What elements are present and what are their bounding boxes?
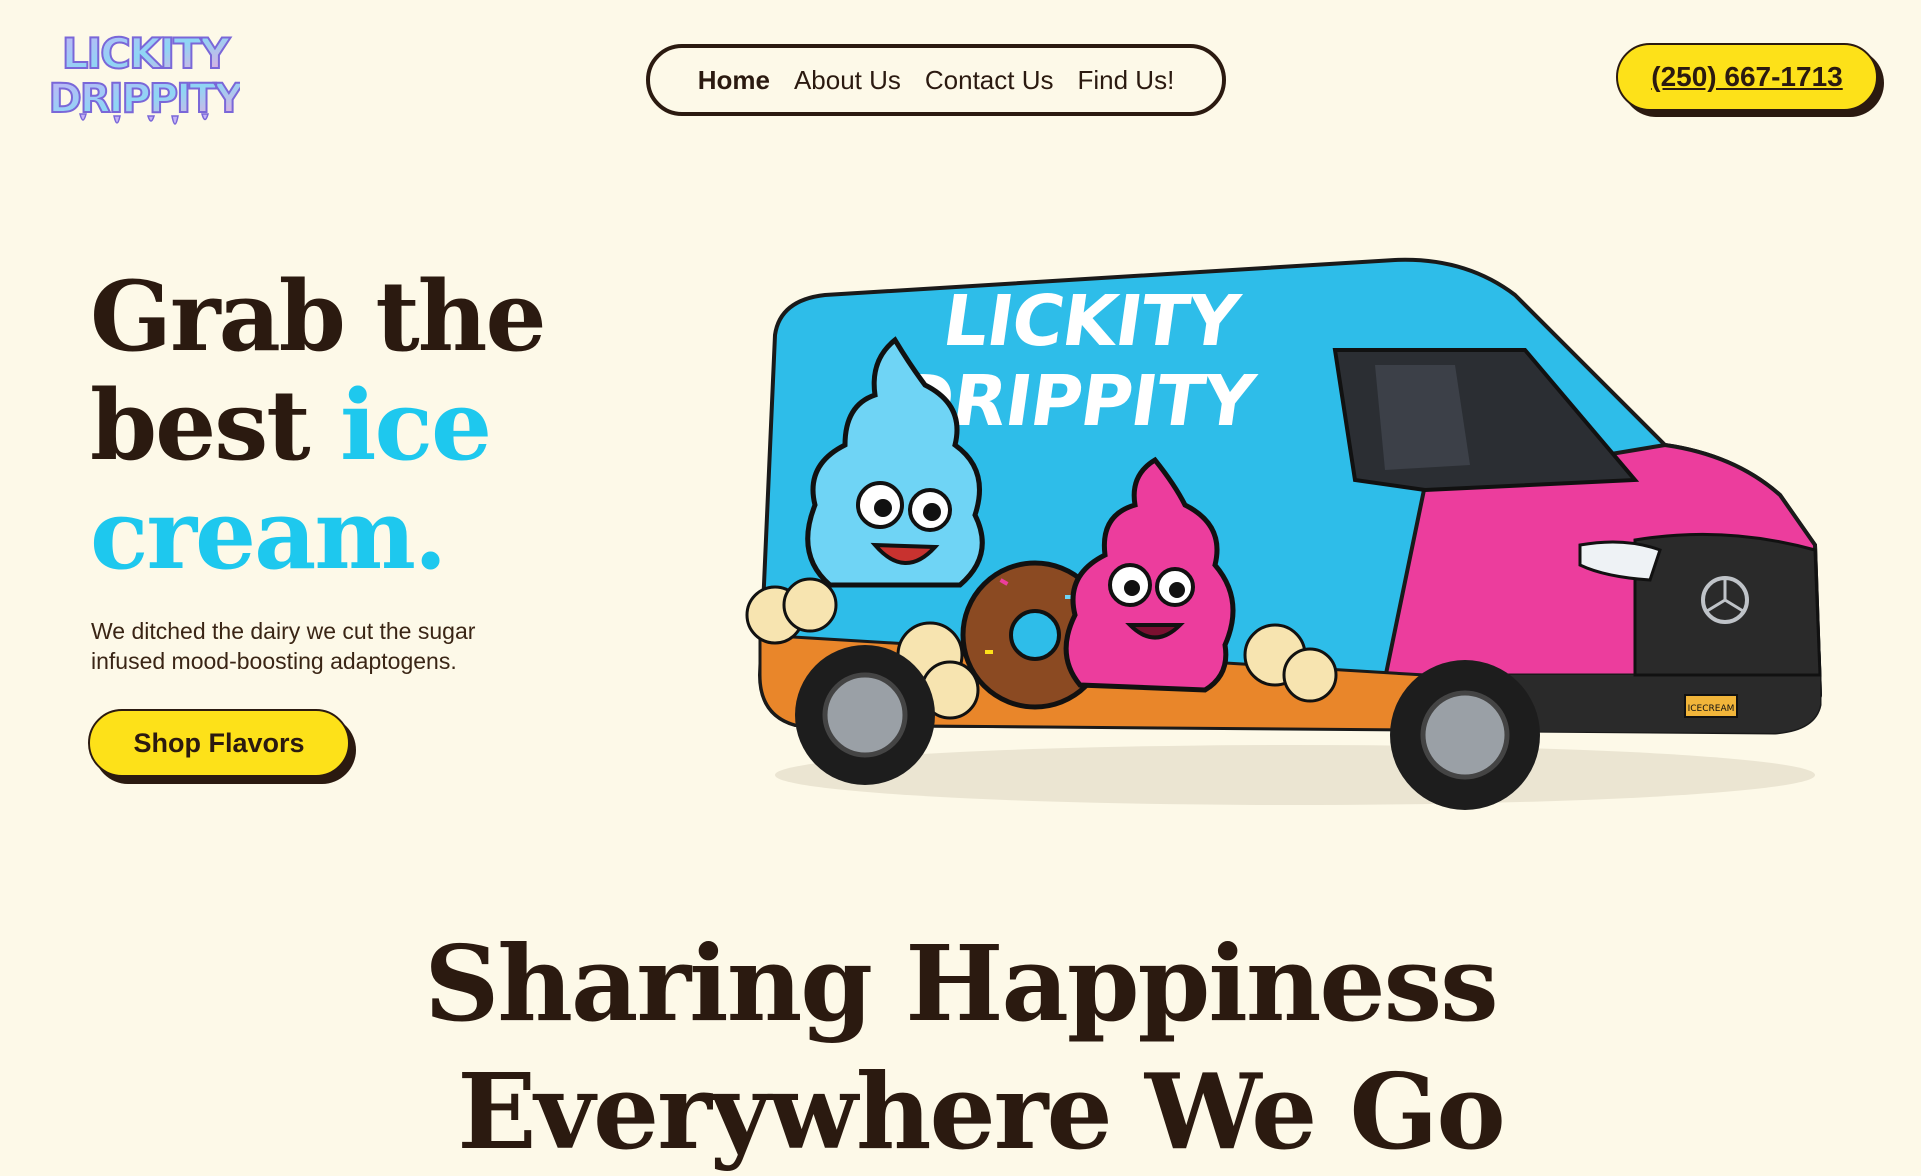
nav-home[interactable]: Home (698, 65, 770, 96)
nav-about-us[interactable]: About Us (794, 65, 901, 96)
section-heading: Sharing Happiness Everywhere We Go (0, 920, 1921, 1176)
van-brand-line1: LICKITY (938, 280, 1245, 362)
main-nav: Home About Us Contact Us Find Us! (646, 44, 1226, 116)
hero-title: Grab the best ice cream. (90, 262, 710, 589)
nav-find-us[interactable]: Find Us! (1078, 65, 1175, 96)
ice-cream-van-image: LICKITY DRIPPITY ICECREAM (745, 257, 1823, 810)
hero-subtitle: We ditched the dairy we cut the sugar in… (91, 618, 476, 674)
section-title-line1: Sharing Happiness (424, 922, 1498, 1045)
logo[interactable]: LICKITY DRIPPITY (50, 22, 240, 134)
nav-contact-us[interactable]: Contact Us (925, 65, 1054, 96)
van-license-plate: ICECREAM (1688, 704, 1735, 714)
shop-flavors-button[interactable]: Shop Flavors (88, 709, 350, 777)
logo-line1: LICKITY (62, 29, 231, 78)
logo-line2: DRIPPITY (50, 76, 240, 122)
phone-button[interactable]: (250) 667-1713 (1616, 43, 1878, 111)
section-title-line2: Everywhere We Go (457, 1050, 1505, 1173)
